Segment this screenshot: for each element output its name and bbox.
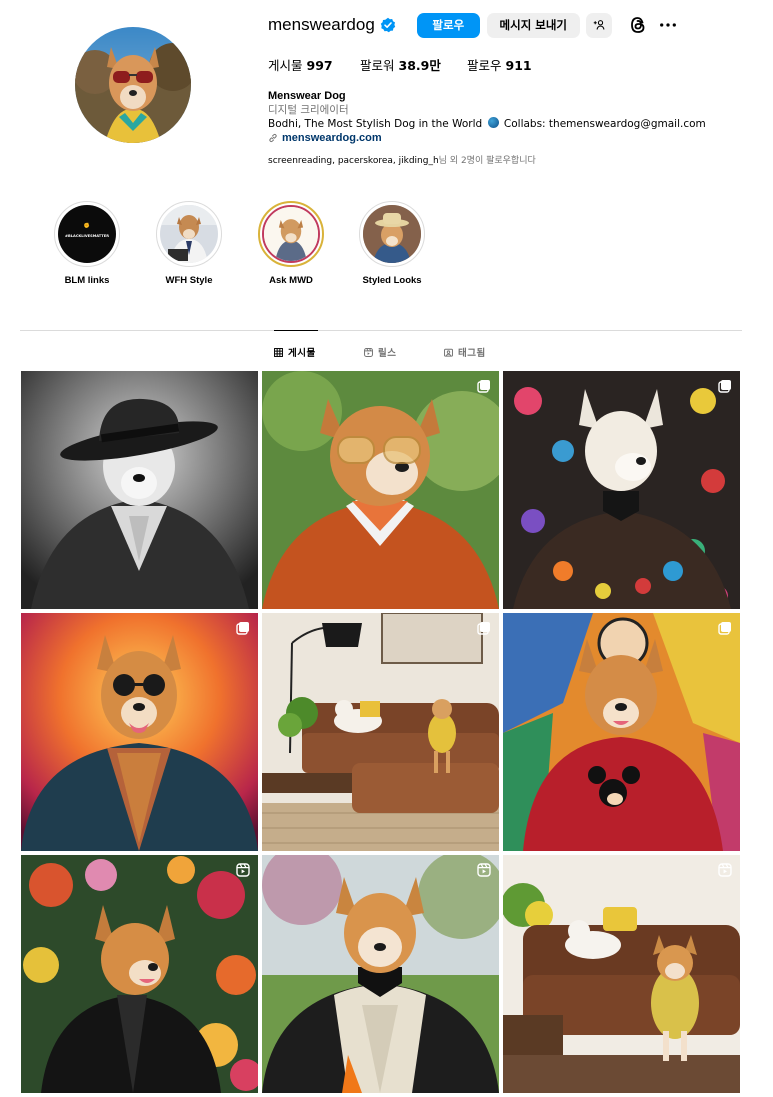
tabs-divider [20,330,742,331]
posts-count: 게시물 997 [268,55,360,74]
tagged-icon [444,348,453,357]
highlight-styled-looks[interactable]: Styled Looks [352,201,432,286]
highlight-label: BLM links [64,275,110,286]
post-image-graffiti [503,613,740,851]
reel-icon [477,863,491,877]
tab-tagged[interactable]: 태그됨 [444,345,486,359]
carousel-icon [236,621,250,635]
globe-emoji-icon [487,117,499,128]
profile-bio: Menswear Dog 디지털 크리에이터 Bodhi, The Most S… [268,89,706,145]
followers-count-value: 38.9만 [398,58,441,73]
post-tile[interactable] [262,613,499,851]
blm-cover-text: #BLACKLIVESMATTER [65,234,109,238]
similar-accounts-button[interactable] [585,12,612,38]
post-tile[interactable] [503,371,740,609]
reels-icon [364,347,373,357]
highlight-cover-styled [363,205,421,263]
reel-icon [236,863,250,877]
highlight-wfh-style[interactable]: WFH Style [149,201,229,286]
post-image-flowers [21,855,258,1093]
highlight-cover-wfh [160,205,218,263]
highlight-ring [156,201,222,267]
followers-count-label: 팔로워 [360,58,395,73]
post-image-sunset [21,613,258,851]
post-tile[interactable] [21,613,258,851]
add-person-icon [593,20,605,30]
reel-icon [718,863,732,877]
post-tile[interactable] [503,855,740,1093]
posts-count-value: 997 [306,58,333,73]
profile-category: 디지털 크리에이터 [268,104,349,116]
post-image-glasses [262,371,499,609]
profile-name-row: mensweardog 팔로우 메시지 보내기 [268,12,678,38]
followed-by-suffix: 님 외 2명이 팔로우합니다 [438,156,536,166]
profile-username: mensweardog [268,15,375,34]
verified-badge-icon [380,17,396,33]
bio-text-primary: Bodhi, The Most Stylish Dog in the World [268,118,483,130]
follow-button[interactable]: 팔로우 [416,12,480,38]
active-tab-indicator [274,330,318,331]
following-count-value: 911 [505,58,532,73]
post-tile[interactable] [262,855,499,1093]
highlight-label: Styled Looks [362,275,422,286]
profile-full-name: Menswear Dog [268,90,346,102]
profile-stats: 게시물 997 팔로워 38.9만 팔로우 911 [268,55,532,74]
following-count-label: 팔로우 [467,58,502,73]
highlight-ring: ✊ #BLACKLIVESMATTER [54,201,120,267]
following-count[interactable]: 팔로우 911 [467,55,532,74]
tab-reels[interactable]: 릴스 [364,345,396,359]
carousel-icon [718,621,732,635]
tab-tagged-label: 태그됨 [458,348,486,359]
svg-text:✊: ✊ [84,222,90,229]
post-image-fedora [21,371,258,609]
highlight-label: Ask MWD [269,275,313,286]
post-tile[interactable] [262,371,499,609]
post-image-bomber [262,855,499,1093]
profile-website-link[interactable]: mensweardog.com [268,131,706,145]
tab-reels-label: 릴스 [378,348,397,359]
highlight-cover-blm: ✊ #BLACKLIVESMATTER [58,205,116,263]
tab-posts-label: 게시물 [288,348,316,359]
highlight-cover-ask [264,207,318,261]
bio-text-collabs: Collabs: themensweardog@gmail.com [503,118,706,130]
post-image-sofa [503,855,740,1093]
more-options-icon[interactable] [658,15,678,35]
profile-description: Bodhi, The Most Stylish Dog in the World… [268,117,706,131]
highlight-ring [258,201,324,267]
highlight-blm-links[interactable]: ✊ #BLACKLIVESMATTER BLM links [47,201,127,286]
post-image-living-room [262,613,499,851]
followed-by-names: screenreading, pacerskorea, jikding_h [268,156,439,166]
grid-icon [274,347,283,357]
carousel-icon [477,379,491,393]
carousel-icon [477,621,491,635]
post-tile[interactable] [21,371,258,609]
highlight-ask-mwd[interactable]: Ask MWD [251,201,331,286]
followers-count[interactable]: 팔로워 38.9만 [360,55,467,74]
profile-avatar-image [75,27,191,143]
post-image-floral [503,371,740,609]
post-tile[interactable] [21,855,258,1093]
followed-by-text[interactable]: screenreading, pacerskorea, jikding_h님 외… [268,153,536,166]
posts-count-label: 게시물 [268,58,303,73]
message-button[interactable]: 메시지 보내기 [486,12,580,38]
threads-icon[interactable] [628,15,648,35]
posts-grid [21,371,742,1093]
profile-avatar[interactable] [75,27,191,143]
highlight-ring [359,201,425,267]
website-text: mensweardog.com [282,132,382,144]
tab-posts[interactable]: 게시물 [274,345,316,359]
post-tile[interactable] [503,613,740,851]
link-icon [269,133,277,143]
highlight-label: WFH Style [165,275,213,286]
carousel-icon [718,379,732,393]
